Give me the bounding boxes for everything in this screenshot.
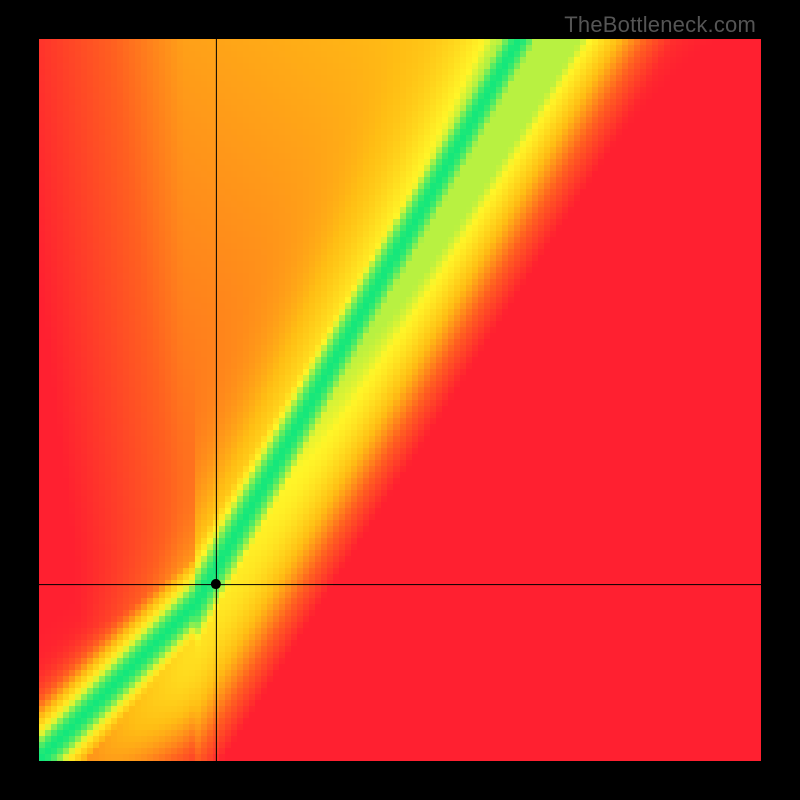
- chart-frame: TheBottleneck.com: [0, 0, 800, 800]
- heatmap-canvas: [39, 39, 761, 761]
- heatmap-plot: [39, 39, 761, 761]
- watermark-text: TheBottleneck.com: [564, 12, 756, 38]
